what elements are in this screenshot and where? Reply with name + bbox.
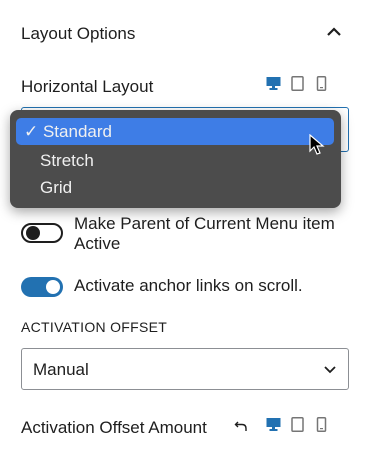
horizontal-layout-label: Horizontal Layout bbox=[21, 77, 154, 96]
desktop-icon[interactable] bbox=[266, 76, 281, 91]
undo-icon[interactable] bbox=[234, 419, 248, 438]
chevron-up-icon[interactable] bbox=[322, 20, 346, 44]
mouse-cursor-icon bbox=[309, 133, 325, 161]
panel-title: Layout Options bbox=[21, 24, 136, 43]
mobile-icon[interactable] bbox=[316, 76, 330, 91]
check-icon: ✓ bbox=[24, 122, 43, 141]
toggle-parent-active[interactable] bbox=[21, 223, 63, 243]
toggle-knob bbox=[26, 226, 40, 240]
dropdown-option-standard[interactable]: ✓ Standard bbox=[24, 122, 112, 142]
offset-amount-label: Activation Offset Amount bbox=[21, 418, 207, 437]
chevron-down-icon bbox=[322, 361, 338, 382]
device-switcher bbox=[266, 417, 330, 432]
horizontal-layout-dropdown[interactable]: ✓ Standard Stretch Grid bbox=[10, 110, 341, 208]
dropdown-option-grid[interactable]: Grid bbox=[40, 178, 72, 198]
toggle-knob bbox=[46, 280, 60, 294]
toggle-parent-active-label: Make Parent of Current Menu item Active bbox=[74, 214, 335, 253]
tablet-icon[interactable] bbox=[291, 76, 305, 91]
mobile-icon[interactable] bbox=[316, 417, 330, 432]
activation-offset-label: ACTIVATION OFFSET bbox=[21, 319, 168, 335]
toggle-anchor-links-label: Activate anchor links on scroll. bbox=[74, 276, 303, 295]
tablet-icon[interactable] bbox=[291, 417, 305, 432]
device-switcher bbox=[266, 76, 330, 91]
dropdown-option-stretch[interactable]: Stretch bbox=[40, 151, 94, 171]
toggle-anchor-links[interactable] bbox=[21, 277, 63, 297]
activation-offset-value: Manual bbox=[33, 360, 89, 379]
activation-offset-select[interactable]: Manual bbox=[21, 348, 349, 390]
desktop-icon[interactable] bbox=[266, 417, 281, 432]
